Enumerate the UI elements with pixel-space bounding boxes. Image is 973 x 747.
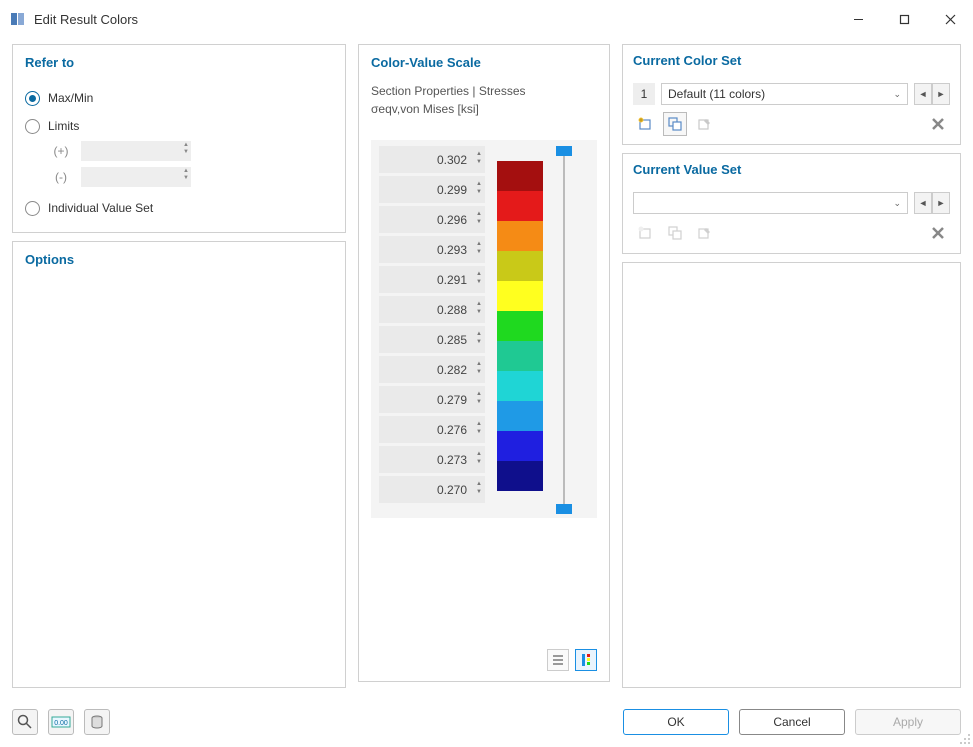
value-set-next-button[interactable]: ► <box>932 192 950 214</box>
cvs-result-path: Section Properties | Stresses <box>371 84 597 98</box>
minimize-button[interactable] <box>835 0 881 38</box>
scale-value-input[interactable]: 0.273▲▼ <box>379 446 485 473</box>
maximize-button[interactable] <box>881 0 927 38</box>
color-set-title: Current Color Set <box>633 53 950 68</box>
options-panel: Options <box>12 241 346 688</box>
scale-value-input[interactable]: 0.299▲▼ <box>379 176 485 203</box>
color-swatch[interactable] <box>497 311 543 341</box>
color-set-copy-button[interactable] <box>663 112 687 136</box>
limit-plus-label: (+) <box>49 144 73 158</box>
cvs-title: Color-Value Scale <box>371 55 597 70</box>
color-swatch[interactable] <box>497 161 543 191</box>
value-set-copy-button[interactable] <box>663 221 687 245</box>
scale-value-input[interactable]: 0.279▲▼ <box>379 386 485 413</box>
refer-to-title: Refer to <box>25 55 333 70</box>
view-mode-scale-button[interactable] <box>575 649 597 671</box>
scale-value-input[interactable]: 0.285▲▼ <box>379 326 485 353</box>
value-set-select[interactable]: ⌄ <box>633 192 908 214</box>
close-button[interactable] <box>927 0 973 38</box>
radio-icon <box>25 119 40 134</box>
window-title: Edit Result Colors <box>34 12 138 27</box>
limit-minus-label: (-) <box>49 170 73 184</box>
database-button[interactable] <box>84 709 110 735</box>
value-set-prev-button[interactable]: ◄ <box>914 192 932 214</box>
color-value-scale-panel: Color-Value Scale Section Properties | S… <box>358 44 610 682</box>
color-swatch[interactable] <box>497 341 543 371</box>
value-set-edit-button[interactable] <box>693 221 717 245</box>
color-swatch[interactable] <box>497 431 543 461</box>
scale-value-input[interactable]: 0.293▲▼ <box>379 236 485 263</box>
slider-handle-bottom[interactable] <box>556 504 572 514</box>
value-set-title: Current Value Set <box>633 162 950 177</box>
help-button[interactable] <box>12 709 38 735</box>
apply-button[interactable]: Apply <box>855 709 961 735</box>
scale-value-input[interactable]: 0.282▲▼ <box>379 356 485 383</box>
refer-maxmin-option[interactable]: Max/Min <box>25 84 333 112</box>
color-set-delete-button[interactable] <box>926 112 950 136</box>
ok-button[interactable]: OK <box>623 709 729 735</box>
cvs-result-quantity: σeqv,von Mises [ksi] <box>371 102 597 116</box>
color-set-prev-button[interactable]: ◄ <box>914 83 932 105</box>
scale-value-input[interactable]: 0.291▲▼ <box>379 266 485 293</box>
dialog-footer: 0.00 OK Cancel Apply <box>0 697 973 747</box>
scale-value-input[interactable]: 0.276▲▼ <box>379 416 485 443</box>
radio-icon <box>25 201 40 216</box>
app-icon <box>10 11 26 27</box>
refer-individual-label: Individual Value Set <box>48 201 153 215</box>
cancel-button[interactable]: Cancel <box>739 709 845 735</box>
color-set-new-button[interactable] <box>633 112 657 136</box>
scale-value-input[interactable]: 0.296▲▼ <box>379 206 485 233</box>
radio-selected-icon <box>25 91 40 106</box>
refer-maxmin-label: Max/Min <box>48 91 93 105</box>
right-empty-panel <box>622 262 961 688</box>
color-swatch[interactable] <box>497 461 543 491</box>
units-button[interactable]: 0.00 <box>48 709 74 735</box>
color-swatch[interactable] <box>497 221 543 251</box>
range-slider[interactable] <box>555 146 573 512</box>
current-value-set-panel: Current Value Set ⌄ ◄ ► <box>622 153 961 254</box>
current-color-set-panel: Current Color Set 1 Default (11 colors) … <box>622 44 961 145</box>
limit-plus-input[interactable]: ▲▼ <box>81 141 191 161</box>
refer-limits-label: Limits <box>48 119 79 133</box>
color-set-selected: Default (11 colors) <box>668 87 765 101</box>
refer-individual-option[interactable]: Individual Value Set <box>25 194 333 222</box>
color-swatch[interactable] <box>497 251 543 281</box>
slider-handle-top[interactable] <box>556 146 572 156</box>
view-mode-list-button[interactable] <box>547 649 569 671</box>
title-bar: Edit Result Colors <box>0 0 973 38</box>
color-swatch[interactable] <box>497 401 543 431</box>
color-set-edit-button[interactable] <box>693 112 717 136</box>
limit-minus-input[interactable]: ▲▼ <box>81 167 191 187</box>
refer-limits-option[interactable]: Limits <box>25 112 333 140</box>
color-swatch[interactable] <box>497 281 543 311</box>
chevron-down-icon: ⌄ <box>893 89 901 100</box>
svg-text:0.00: 0.00 <box>54 720 68 727</box>
options-title: Options <box>25 252 333 267</box>
scale-value-input[interactable]: 0.288▲▼ <box>379 296 485 323</box>
refer-to-panel: Refer to Max/Min Limits (+) ▲▼ (-) <box>12 44 346 233</box>
color-set-select[interactable]: Default (11 colors) ⌄ <box>661 83 908 105</box>
color-set-index: 1 <box>633 83 655 105</box>
resize-grip-icon[interactable] <box>957 731 971 745</box>
color-swatch[interactable] <box>497 191 543 221</box>
value-set-delete-button[interactable] <box>926 221 950 245</box>
value-set-new-button[interactable] <box>633 221 657 245</box>
scale-value-input[interactable]: 0.302▲▼ <box>379 146 485 173</box>
color-swatch[interactable] <box>497 371 543 401</box>
chevron-down-icon: ⌄ <box>893 198 901 209</box>
color-set-next-button[interactable]: ► <box>932 83 950 105</box>
scale-value-input[interactable]: 0.270▲▼ <box>379 476 485 503</box>
